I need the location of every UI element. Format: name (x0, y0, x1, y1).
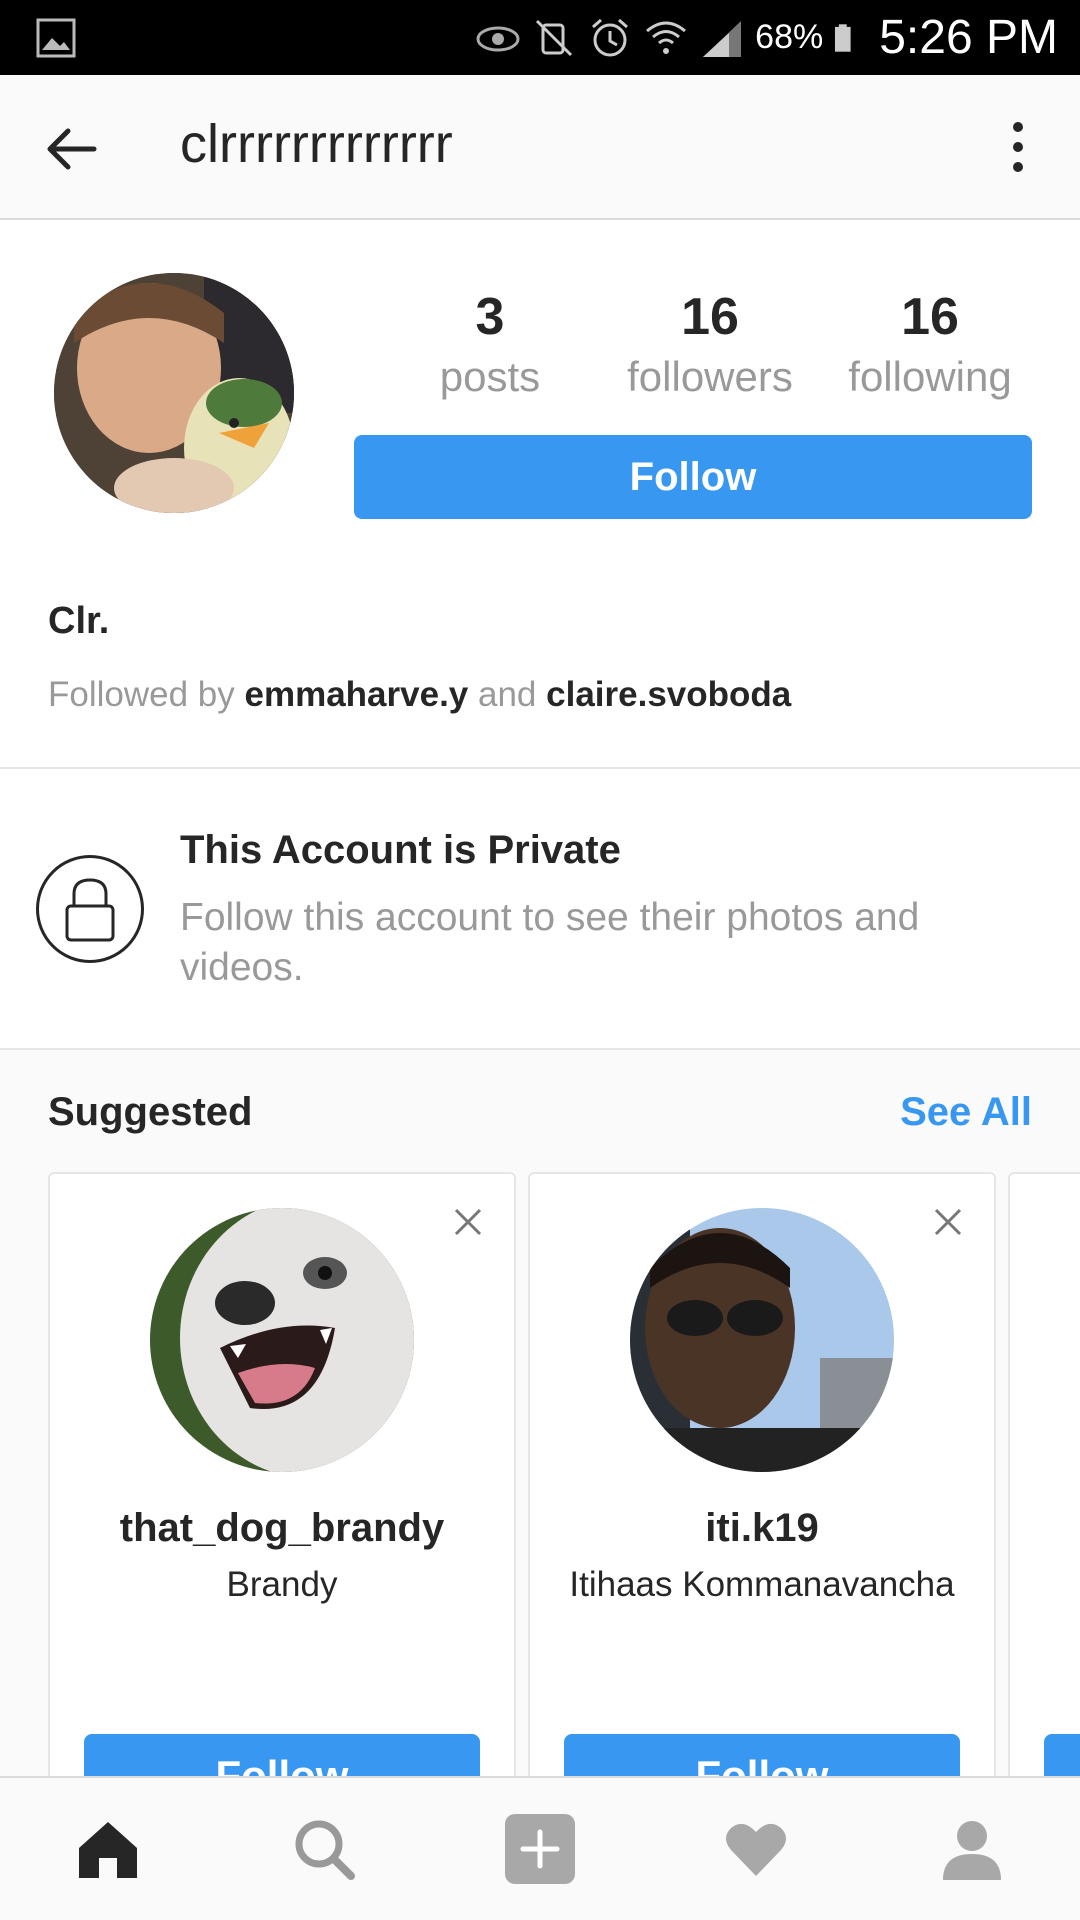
bottom-navigation (0, 1776, 1080, 1920)
gallery-icon (36, 18, 76, 58)
nav-home[interactable] (63, 1804, 153, 1894)
signal-icon (703, 20, 742, 57)
dismiss-icon[interactable] (930, 1204, 966, 1240)
battery-percent: 68% (755, 18, 824, 56)
suggestion-card: iti.k19 Itihaas Kommanavancha Follow (528, 1172, 996, 1776)
page-title: clrrrrrrrrrrrrr (180, 114, 453, 174)
suggestion-name: Itihaas Kommanavancha (569, 1565, 955, 1604)
add-post-icon (505, 1814, 575, 1884)
nav-profile[interactable] (927, 1804, 1017, 1894)
private-lock-badge (36, 855, 144, 963)
suggested-section: Suggested See All that_dog_brandy Brandy… (0, 1050, 1080, 1776)
avatar-photo (54, 273, 294, 513)
followed-by-account-1[interactable]: emmaharve.y (245, 675, 469, 714)
eye-icon (476, 26, 520, 51)
dog-photo (150, 1208, 414, 1472)
alarm-icon (592, 18, 629, 56)
mute-icon (536, 19, 573, 56)
suggestion-avatar[interactable] (630, 1208, 894, 1472)
followed-by-account-2[interactable]: claire.svoboda (546, 675, 791, 714)
posts-count: 3 (475, 288, 505, 346)
nav-add-post[interactable] (495, 1804, 585, 1894)
lock-icon (65, 878, 115, 942)
suggestion-card-partial (1008, 1172, 1080, 1776)
suggestion-username[interactable]: that_dog_brandy (50, 1506, 514, 1551)
nav-search[interactable] (279, 1804, 369, 1894)
followed-by-conjunction: and (478, 675, 537, 714)
following-label: following (848, 353, 1012, 400)
suggestion-follow-button[interactable]: Follow (84, 1734, 480, 1776)
followers-count: 16 (681, 288, 739, 346)
stat-following[interactable]: 16 following (820, 285, 1040, 405)
clock: 5:26 PM (879, 11, 1058, 64)
posts-label: posts (439, 353, 541, 400)
suggestion-follow-button-partial[interactable] (1044, 1734, 1080, 1776)
profile-header: clrrrrrrrrrrrrr (0, 75, 1080, 220)
back-arrow-icon[interactable] (40, 117, 104, 181)
search-icon (295, 1820, 355, 1880)
profile-stats: 3 posts 16 followers 16 following (380, 285, 1040, 405)
follow-button[interactable]: Follow (354, 435, 1032, 519)
suggested-title: Suggested (48, 1090, 253, 1134)
divider (0, 767, 1080, 769)
followed-by-text: Followed by emmaharve.y and claire.svobo… (48, 675, 791, 715)
suggestion-username[interactable]: iti.k19 (530, 1506, 994, 1551)
stat-followers[interactable]: 16 followers (600, 285, 820, 405)
profile-avatar[interactable] (54, 273, 294, 513)
suggestion-card: that_dog_brandy Brandy Follow (48, 1172, 516, 1776)
suggestion-avatar[interactable] (150, 1208, 414, 1472)
activity-heart-icon (726, 1823, 786, 1876)
home-icon (79, 1822, 137, 1878)
see-all-link[interactable]: See All (900, 1090, 1032, 1135)
stat-posts[interactable]: 3 posts (380, 285, 600, 405)
followed-by-prefix: Followed by (48, 675, 235, 714)
wifi-icon (646, 21, 687, 54)
followers-label: followers (627, 353, 793, 400)
dismiss-icon[interactable] (450, 1204, 486, 1240)
more-options-icon[interactable] (986, 115, 1050, 179)
nav-activity[interactable] (711, 1804, 801, 1894)
following-count: 16 (901, 288, 959, 346)
suggestion-name: Brandy (226, 1565, 338, 1604)
suggestion-follow-button[interactable]: Follow (564, 1734, 960, 1776)
profile-icon (943, 1821, 1001, 1880)
private-account-title: This Account is Private (180, 828, 621, 872)
user-photo (630, 1208, 894, 1472)
display-name: Clr. (48, 600, 110, 642)
private-account-description: Follow this account to see their photos … (180, 896, 920, 989)
battery-icon (835, 23, 851, 52)
status-bar: 68% 5:26 PM (0, 0, 1080, 75)
